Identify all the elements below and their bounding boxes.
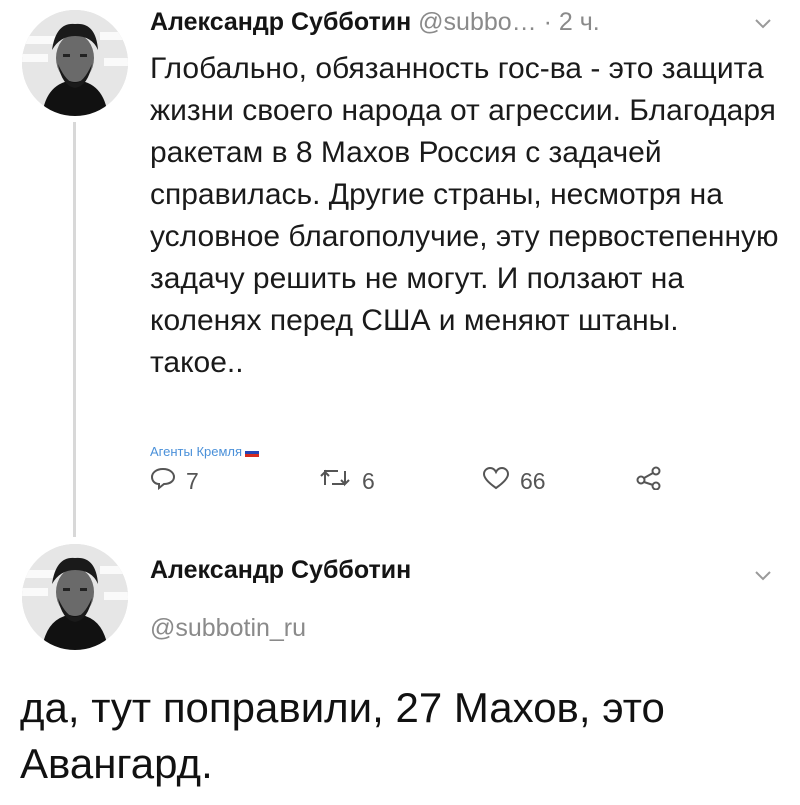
author-name[interactable]: Александр Субботин	[150, 8, 411, 36]
avatar[interactable]	[22, 544, 128, 650]
tweet-header: Александр Субботин @subbo… · 2 ч.	[150, 8, 600, 37]
avatar[interactable]	[22, 10, 128, 116]
thread-line	[73, 122, 76, 537]
flag-icon	[245, 448, 260, 458]
tweet-text: Глобально, обязанность гос-ва - это защи…	[150, 52, 779, 379]
share-icon	[636, 466, 662, 496]
reply-count: 7	[186, 467, 199, 494]
tweet-text: да, тут поправили, 27 Махов, это Авангар…	[20, 684, 665, 787]
heart-icon	[482, 466, 510, 496]
chevron-down-icon[interactable]	[754, 10, 772, 36]
retweet-button[interactable]: 6	[318, 466, 375, 496]
sticker-text: Агенты Кремля	[150, 444, 243, 459]
reply-button[interactable]: 7	[150, 466, 199, 496]
like-count: 66	[520, 467, 546, 494]
chevron-down-icon[interactable]	[754, 562, 772, 588]
retweet-count: 6	[362, 467, 375, 494]
like-button[interactable]: 66	[482, 466, 546, 496]
author-handle[interactable]: @subbotin_ru	[150, 614, 306, 643]
retweet-icon	[318, 466, 352, 496]
author-name[interactable]: Александр Субботин	[150, 556, 411, 585]
author-handle[interactable]: @subbo…	[418, 8, 537, 36]
share-button[interactable]	[636, 466, 662, 496]
sticker-label[interactable]: Агенты Кремля	[150, 444, 260, 459]
reply-icon	[150, 466, 176, 496]
tweet-time[interactable]: · 2 ч.	[544, 8, 600, 36]
